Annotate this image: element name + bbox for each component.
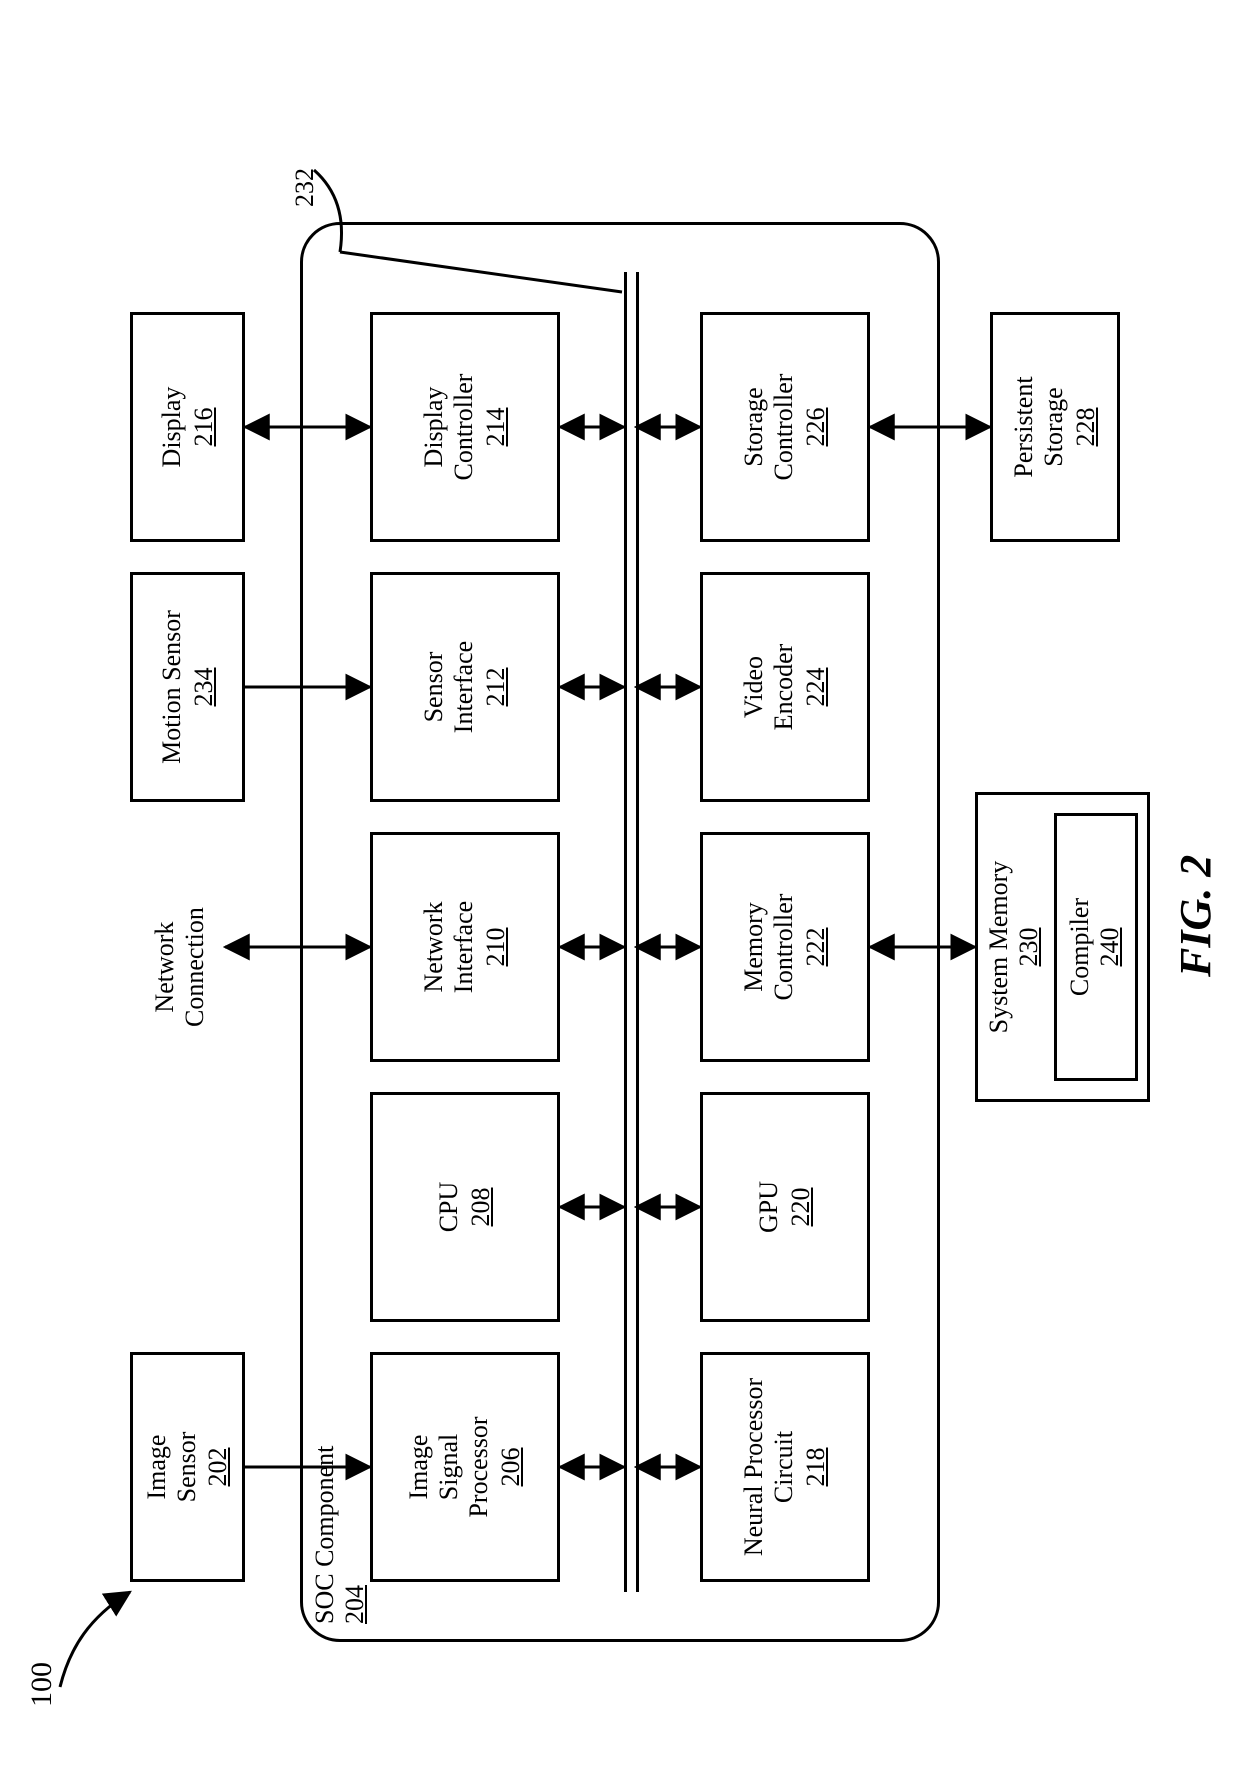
figure-caption: FIG. 2	[1170, 855, 1221, 977]
neural-processor-ref: 218	[801, 1448, 831, 1487]
system-memory-block: System Memory 230 Compiler 240	[975, 792, 1150, 1102]
image-sensor-label: Image Sensor	[142, 1432, 202, 1503]
bus-ref-num: 232	[290, 168, 320, 207]
display-ref: 216	[189, 408, 219, 447]
memory-controller-label: Memory Controller	[739, 894, 799, 1001]
cpu-block: CPU208	[370, 1092, 560, 1322]
neural-processor-block: Neural Processor Circuit218	[700, 1352, 870, 1582]
gpu-block: GPU220	[700, 1092, 870, 1322]
persistent-storage-label: Persistent Storage	[1009, 376, 1069, 477]
figure-stage: 100 SOC Component 204 232 Network Connec…	[0, 0, 1240, 1767]
isp-block: Image Signal Processor206	[370, 1352, 560, 1582]
neural-processor-label: Neural Processor Circuit	[739, 1378, 799, 1556]
soc-label-text: SOC Component	[310, 1446, 340, 1624]
cpu-ref: 208	[466, 1188, 496, 1227]
soc-label-ref: 204	[340, 1446, 370, 1624]
display-controller-block: Display Controller214	[370, 312, 560, 542]
cpu-label: CPU	[434, 1182, 464, 1233]
figure-top-ref: 100	[25, 1662, 59, 1707]
network-connection-label: Network Connection	[150, 907, 210, 1027]
network-interface-block: Network Interface210	[370, 832, 560, 1062]
isp-ref: 206	[496, 1448, 526, 1487]
storage-controller-label: Storage Controller	[739, 374, 799, 481]
image-sensor-block: Image Sensor202	[130, 1352, 245, 1582]
storage-controller-ref: 226	[801, 408, 831, 447]
gpu-label: GPU	[754, 1181, 784, 1233]
video-encoder-label: Video Encoder	[739, 644, 799, 731]
network-interface-ref: 210	[481, 928, 511, 967]
persistent-storage-block: Persistent Storage228	[990, 312, 1120, 542]
soc-label: SOC Component 204	[310, 1446, 370, 1624]
sensor-interface-block: Sensor Interface212	[370, 572, 560, 802]
memory-controller-ref: 222	[801, 928, 831, 967]
gpu-ref: 220	[786, 1188, 816, 1227]
storage-controller-block: Storage Controller226	[700, 312, 870, 542]
motion-sensor-label: Motion Sensor	[157, 610, 187, 764]
network-interface-label: Network Interface	[419, 901, 479, 993]
compiler-ref: 240	[1095, 928, 1124, 967]
motion-sensor-block: Motion Sensor234	[130, 572, 245, 802]
display-controller-ref: 214	[481, 408, 511, 447]
motion-sensor-ref: 234	[189, 668, 219, 707]
compiler-label: Compiler	[1065, 898, 1094, 996]
compiler-block: Compiler 240	[1054, 813, 1138, 1081]
system-memory-ref: 230	[1014, 928, 1043, 967]
persistent-storage-ref: 228	[1071, 408, 1101, 447]
memory-controller-block: Memory Controller222	[700, 832, 870, 1062]
system-memory-label: System Memory	[984, 861, 1013, 1034]
display-controller-label: Display Controller	[419, 374, 479, 481]
sensor-interface-label: Sensor Interface	[419, 641, 479, 733]
display-block: Display216	[130, 312, 245, 542]
video-encoder-ref: 224	[801, 668, 831, 707]
display-label: Display	[157, 387, 187, 468]
sensor-interface-ref: 212	[481, 668, 511, 707]
image-sensor-ref: 202	[203, 1448, 233, 1487]
video-encoder-block: Video Encoder224	[700, 572, 870, 802]
isp-label: Image Signal Processor	[404, 1416, 494, 1517]
